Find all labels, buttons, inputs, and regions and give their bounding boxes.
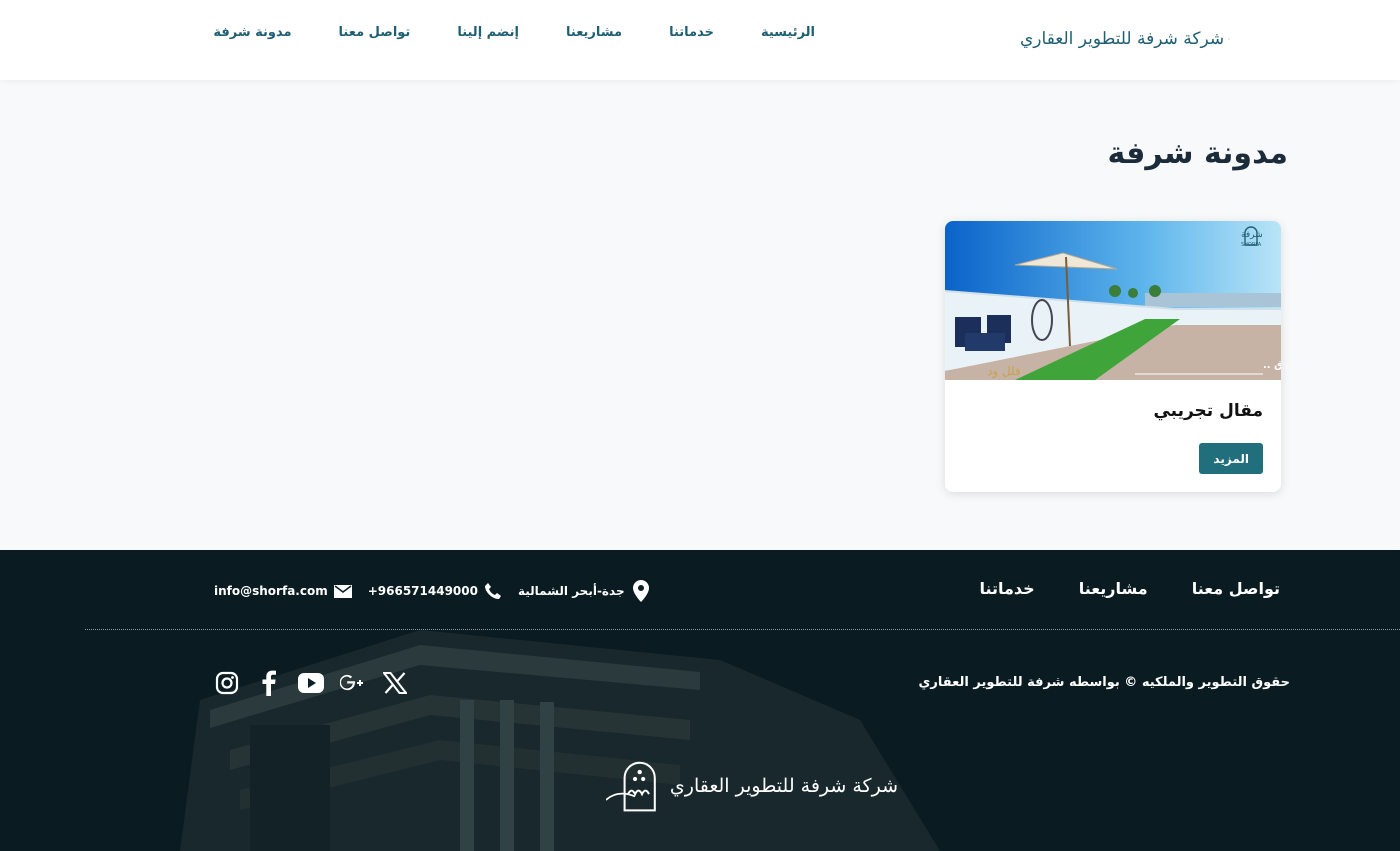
nav-home[interactable]: الرئيسية xyxy=(761,25,815,40)
blog-card[interactable]: شرفة SHORFA نافذتك نحو مستقبل مشرق .. فل… xyxy=(945,221,1281,492)
nav-blog[interactable]: مدونة شرفة xyxy=(213,25,291,40)
blog-card-title[interactable]: مقال تجريبي xyxy=(1153,401,1263,421)
footer-link-projects[interactable]: مشاريعنا xyxy=(1079,579,1148,598)
footer-links: تواصل معنا مشاريعنا خدماتنا xyxy=(935,579,1280,598)
footer-link-services[interactable]: خدماتنا xyxy=(979,579,1034,598)
footer-logo[interactable]: شركة شرفة للتطوير العقاري xyxy=(606,740,898,832)
location-item: جدة-أبحر الشمالية xyxy=(518,580,649,602)
shorfa-logo-icon xyxy=(1228,38,1230,40)
x-icon[interactable] xyxy=(382,670,408,696)
google-plus-icon[interactable] xyxy=(340,670,366,696)
phone-item[interactable]: +966571449000 xyxy=(368,582,502,600)
card-image-sign: فلل ود xyxy=(987,364,1021,378)
instagram-icon[interactable] xyxy=(214,670,240,696)
blog-card-image[interactable]: شرفة SHORFA نافذتك نحو مستقبل مشرق .. فل… xyxy=(945,221,1281,380)
shorfa-logo-white-icon xyxy=(606,761,656,812)
site-footer: تواصل معنا مشاريعنا خدماتنا جدة-أبحر الش… xyxy=(0,550,1400,851)
card-image-caption: نافذتك نحو مستقبل مشرق .. xyxy=(1263,360,1281,371)
email-item[interactable]: info@shorfa.com xyxy=(214,584,352,598)
card-image-logo-text: شرفة xyxy=(1241,230,1263,240)
card-image-logo-sub: SHORFA xyxy=(1241,242,1262,248)
site-logo[interactable]: شركة شرفة للتطوير العقاري xyxy=(1020,14,1230,64)
read-more-button[interactable]: المزيد xyxy=(1199,443,1263,474)
mail-icon xyxy=(333,584,352,598)
nav-projects[interactable]: مشاريعنا xyxy=(566,25,622,40)
nav-join-us[interactable]: إنضم إلينا xyxy=(457,25,519,40)
phone-text[interactable]: +966571449000 xyxy=(368,584,478,598)
email-text[interactable]: info@shorfa.com xyxy=(214,584,328,598)
location-text: جدة-أبحر الشمالية xyxy=(517,584,625,598)
footer-contact-info: جدة-أبحر الشمالية +966571449000 info@sho… xyxy=(214,580,665,602)
location-pin-icon xyxy=(632,580,649,602)
nav-services[interactable]: خدماتنا xyxy=(669,25,714,40)
footer-logo-text: شركة شرفة للتطوير العقاري xyxy=(669,775,898,797)
phone-icon xyxy=(484,583,501,599)
copyright-text: حقوق التطوير والملكيه © بواسطه شرفة للتط… xyxy=(918,675,1290,690)
youtube-icon[interactable] xyxy=(298,670,324,696)
social-links xyxy=(214,670,424,696)
facebook-icon[interactable] xyxy=(256,670,282,696)
logo-text: شركة شرفة للتطوير العقاري xyxy=(1020,29,1225,49)
nav-contact[interactable]: تواصل معنا xyxy=(339,25,411,40)
site-header: شركة شرفة للتطوير العقاري الرئيسية خدمات… xyxy=(0,0,1400,80)
footer-link-contact[interactable]: تواصل معنا xyxy=(1192,579,1280,598)
footer-divider xyxy=(85,629,1400,630)
page-title: مدونة شرفة xyxy=(1107,136,1288,171)
main-nav: الرئيسية خدماتنا مشاريعنا إنضم إلينا توا… xyxy=(166,25,815,40)
